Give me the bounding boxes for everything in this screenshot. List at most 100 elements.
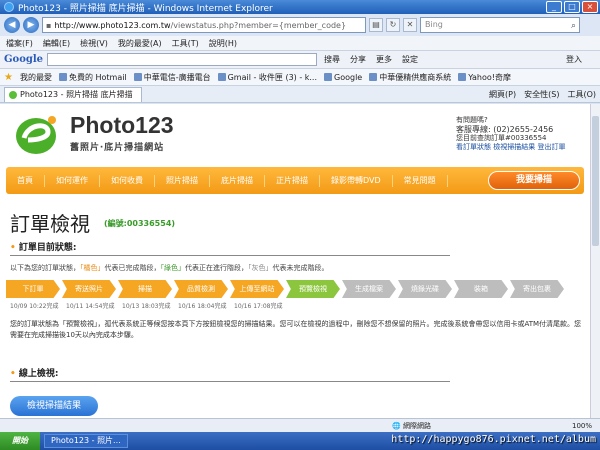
view-scan-results-button[interactable]: 檢視掃描結果: [10, 396, 98, 416]
google-search-button[interactable]: 搜尋: [321, 54, 343, 65]
start-scan-button[interactable]: 我要掃描: [488, 171, 580, 190]
step-preview: 預覽檢視: [286, 280, 340, 298]
favorite-link[interactable]: 中華優精供應商系統: [369, 72, 451, 83]
menu-edit[interactable]: 編輯(E): [43, 38, 70, 49]
menu-tools[interactable]: 工具(T): [172, 38, 199, 49]
refresh-icon[interactable]: ↻: [386, 18, 400, 32]
start-button[interactable]: 開始: [0, 432, 40, 450]
step-send-photos: 寄送照片: [62, 280, 116, 298]
menu-view[interactable]: 檢視(V): [80, 38, 108, 49]
page-title: 訂單檢視: [10, 212, 90, 236]
favorite-link[interactable]: Gmail - 收件匣 (3) - k...: [217, 72, 317, 83]
account-links[interactable]: 看訂單狀態 檢視掃描結果 登出訂單: [456, 143, 565, 152]
close-icon[interactable]: ×: [582, 1, 598, 13]
google-share-button[interactable]: 分享: [347, 54, 369, 65]
step-scan: 掃描: [118, 280, 172, 298]
nav-pricing[interactable]: 如何收費: [100, 174, 155, 187]
status-explanation: 您的訂單狀態為「預覽檢視」，孤代表系統正等候您按本頁下方按鈕檢視您的掃描結果。您…: [10, 320, 582, 339]
step-dates: 10/09 10:22完成 10/11 14:54完成 10/13 18:03完…: [10, 301, 290, 310]
window-controls: _ □ ×: [546, 1, 598, 13]
google-login-button[interactable]: 登入: [566, 54, 582, 65]
nav-faq[interactable]: 常見問題: [393, 174, 448, 187]
command-safety[interactable]: 安全性(S): [524, 89, 559, 100]
contact-question: 有問題嗎?: [456, 116, 488, 124]
url-host: http://www.photo123.com.tw: [54, 20, 171, 30]
command-page[interactable]: 網頁(P): [489, 89, 516, 100]
step-quality-check: 品質檢測: [174, 280, 228, 298]
favorite-link[interactable]: 免費的 Hotmail: [58, 72, 127, 83]
command-bar: 網頁(P) 安全性(S) 工具(O): [489, 89, 596, 100]
window-title: Photo123 - 照片掃描 底片掃描 - Windows Internet …: [18, 3, 273, 14]
status-bar: 🌐 網際網路 100%: [0, 418, 600, 432]
favorite-link[interactable]: 中華電信-廣播電台: [133, 72, 211, 83]
compat-view-icon[interactable]: ▤: [369, 18, 383, 32]
page-favicon-icon: ▪: [46, 20, 52, 30]
url-input[interactable]: ▪ http://www.photo123.com.tw/viewstatus.…: [42, 17, 366, 33]
step-date: 10/09 10:22完成: [10, 303, 59, 310]
taskbar-item[interactable]: Photo123 - 照片...: [44, 434, 128, 448]
zoom-level[interactable]: 100%: [572, 422, 592, 430]
link-icon: [324, 73, 333, 81]
step-burn-disc: 燒錄光碟: [398, 280, 452, 298]
scrollbar-thumb[interactable]: [592, 116, 599, 246]
browser-tab[interactable]: Photo123 - 照片掃描 底片掃描: [4, 86, 142, 102]
photo123-logo-icon[interactable]: [14, 110, 60, 158]
back-icon[interactable]: ◀: [4, 17, 20, 33]
search-icon[interactable]: ⌕: [571, 19, 576, 33]
nav-video-to-dvd[interactable]: 錄影帶轉DVD: [320, 174, 393, 187]
command-tools[interactable]: 工具(O): [567, 89, 596, 100]
contact-block: 有問題嗎? 客服專線: (02)2655-2456 您目前查詢訂單#003365…: [456, 116, 565, 152]
nav-photo-scan[interactable]: 照片掃描: [155, 174, 210, 187]
step-date: 10/13 18:03完成: [122, 303, 171, 310]
step-pack: 裝箱: [454, 280, 508, 298]
step-ship: 寄出包裹: [510, 280, 564, 298]
tab-label: Photo123 - 照片掃描 底片掃描: [20, 90, 133, 99]
site-tagline: 舊照片‧底片掃描網站: [70, 143, 165, 153]
contact-phone: 客服專線: (02)2655-2456: [456, 125, 554, 134]
vertical-scrollbar[interactable]: [590, 104, 600, 418]
stop-icon[interactable]: ✕: [403, 18, 417, 32]
google-settings-button[interactable]: 設定: [399, 54, 421, 65]
google-search-input[interactable]: [47, 53, 318, 66]
search-placeholder: Bing: [425, 20, 443, 29]
status-heading: • 訂單目前狀態:: [10, 240, 450, 256]
site-header: Photo123 舊照片‧底片掃描網站 有問題嗎? 客服專線: (02)2655…: [0, 104, 590, 166]
google-toolbar: Google 搜尋 分享 更多 設定 登入: [0, 51, 600, 69]
bullet-icon: •: [10, 369, 19, 379]
menu-bar: 檔案(F) 編輯(E) 檢視(V) 我的最愛(A) 工具(T) 說明(H): [0, 36, 600, 51]
nav-how-it-works[interactable]: 如何運作: [45, 174, 100, 187]
link-icon: [133, 73, 142, 81]
site-brand[interactable]: Photo123: [70, 112, 174, 139]
step-date: 10/16 17:08完成: [234, 303, 283, 310]
menu-file[interactable]: 檔案(F): [6, 38, 33, 49]
bing-search-input[interactable]: Bing ⌕: [420, 17, 580, 33]
step-date: 10/16 18:04完成: [178, 303, 227, 310]
favorites-label[interactable]: 我的最愛: [20, 72, 52, 83]
menu-help[interactable]: 說明(H): [209, 38, 237, 49]
site-nav: 首頁 如何運作 如何收費 照片掃描 底片掃描 正片掃描 錄影帶轉DVD 常見問題…: [6, 167, 584, 194]
nav-home[interactable]: 首頁: [6, 174, 45, 187]
security-zone: 🌐 網際網路: [392, 421, 431, 430]
url-path: /viewstatus.php?member={member_code}: [170, 20, 347, 30]
favorite-link[interactable]: Yahoo!奇摩: [458, 72, 511, 83]
favorites-bar: ★ 我的最愛 免費的 Hotmail 中華電信-廣播電台 Gmail - 收件匣…: [0, 69, 600, 86]
link-icon: [369, 73, 378, 81]
address-bar: ◀ ▶ ▪ http://www.photo123.com.tw/viewsta…: [0, 14, 600, 36]
menu-favorites[interactable]: 我的最愛(A): [118, 38, 162, 49]
online-view-heading: • 線上檢視:: [10, 366, 450, 382]
forward-icon[interactable]: ▶: [23, 17, 39, 33]
google-logo: Google: [4, 54, 44, 65]
minimize-icon[interactable]: _: [546, 1, 562, 13]
watermark: http://happygo876.pixnet.net/album: [391, 434, 596, 445]
window-titlebar: Photo123 - 照片掃描 底片掃描 - Windows Internet …: [0, 0, 600, 14]
google-more-button[interactable]: 更多: [373, 54, 395, 65]
maximize-icon[interactable]: □: [564, 1, 580, 13]
nav-negative-scan[interactable]: 底片掃描: [210, 174, 265, 187]
status-legend: 以下為您的訂單狀態，「橘色」代表已完成階段，「綠色」代表正在進行階段，「灰色」代…: [10, 264, 329, 272]
step-date: 10/11 14:54完成: [66, 303, 115, 310]
link-icon: [458, 73, 467, 81]
favorites-star-icon[interactable]: ★: [4, 72, 13, 83]
nav-slide-scan[interactable]: 正片掃描: [265, 174, 320, 187]
step-place-order: 下訂單: [6, 280, 60, 298]
favorite-link[interactable]: Google: [324, 73, 362, 82]
